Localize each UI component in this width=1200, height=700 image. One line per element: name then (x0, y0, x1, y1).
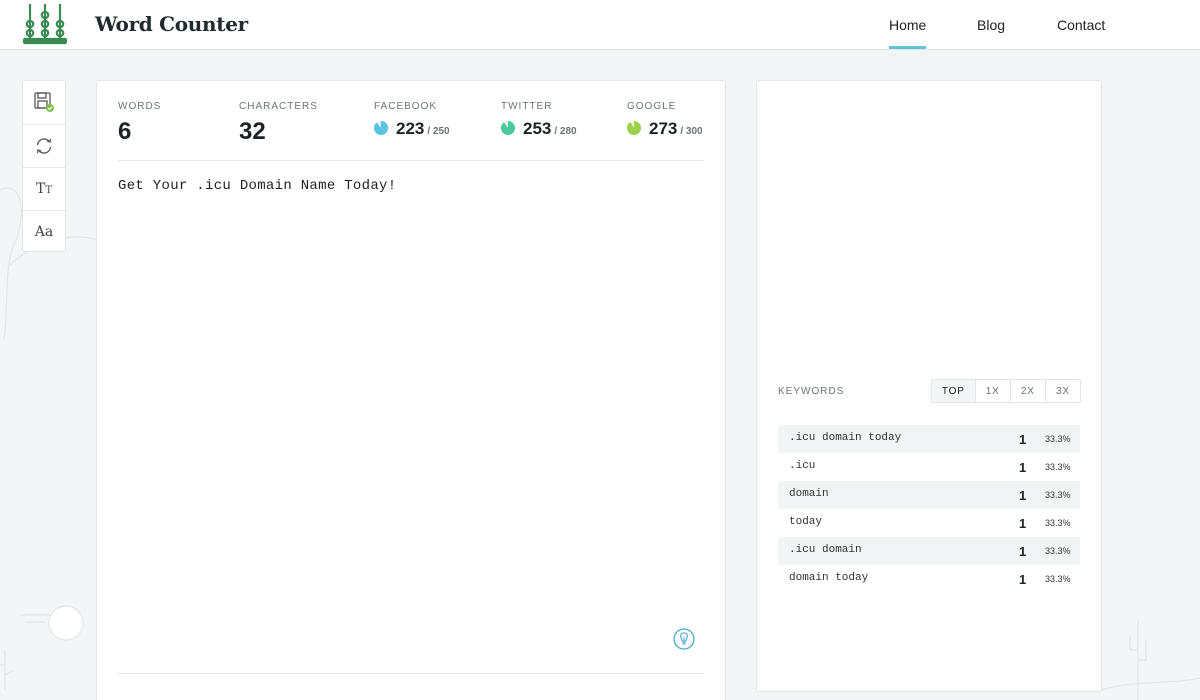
twitter-label: TWITTER (501, 101, 553, 112)
keyword-text: .icu domain (789, 544, 862, 556)
facebook-progress-icon (374, 121, 388, 135)
words-stat: WORDS 6 (118, 101, 161, 146)
keyword-percent: 33.3% (1045, 546, 1071, 556)
characters-label: CHARACTERS (239, 101, 318, 112)
characters-stat: CHARACTERS 32 (239, 101, 318, 146)
facebook-stat: FACEBOOK 223 / 250 (374, 101, 450, 139)
keyword-row[interactable]: domain today 1 33.3% (778, 565, 1080, 593)
keyword-row[interactable]: .icu domain today 1 33.3% (778, 425, 1080, 453)
words-label: WORDS (118, 101, 162, 112)
top-header: Word Counter Home Blog Contact (0, 0, 1200, 50)
keyword-percent: 33.3% (1045, 490, 1071, 500)
main-editor-card: WORDS 6 CHARACTERS 32 FACEBOOK 223 / 250… (96, 80, 726, 700)
keywords-card: KEYWORDS TOP 1X 2X 3X .icu domain today … (756, 80, 1102, 692)
twitter-progress-icon (501, 121, 515, 135)
tab-3x[interactable]: 3X (1044, 380, 1080, 402)
keyword-count: 1 (1019, 516, 1027, 531)
keyword-density-tabs: TOP 1X 2X 3X (931, 379, 1081, 403)
keyword-count: 1 (1019, 432, 1027, 447)
google-value: 273 (649, 119, 678, 138)
save-button[interactable] (23, 81, 65, 123)
keyword-count: 1 (1019, 460, 1027, 475)
keyword-percent: 33.3% (1045, 518, 1071, 528)
keyword-text: today (789, 516, 823, 528)
tab-top[interactable]: TOP (932, 380, 975, 402)
twitter-value: 253 (523, 119, 552, 138)
keyword-percent: 33.3% (1045, 574, 1071, 584)
twitter-limit: / 280 (554, 126, 577, 137)
tab-2x[interactable]: 2X (1009, 380, 1045, 402)
keyword-count: 1 (1019, 488, 1027, 503)
keyword-count: 1 (1019, 544, 1027, 559)
refresh-icon (36, 137, 52, 154)
facebook-label: FACEBOOK (374, 101, 438, 112)
keyword-percent: 33.3% (1045, 462, 1071, 472)
keyword-text: domain (789, 488, 829, 500)
facebook-value: 223 (396, 119, 425, 138)
text-size-icon: TT (35, 180, 52, 197)
keyword-count: 1 (1019, 572, 1027, 587)
keyword-row[interactable]: .icu domain 1 33.3% (778, 537, 1080, 565)
keyword-list: .icu domain today 1 33.3% .icu 1 33.3% d… (778, 425, 1080, 593)
editor-toolbar: TT Aa (22, 80, 66, 252)
editor-bottom-divider (118, 673, 704, 674)
keyword-row[interactable]: domain 1 33.3% (778, 481, 1080, 509)
stats-divider (118, 160, 704, 161)
words-value: 6 (118, 118, 132, 145)
text-editor[interactable]: Get Your .icu Domain Name Today! (118, 178, 706, 638)
keyword-text: domain today (789, 572, 869, 584)
characters-value: 32 (239, 118, 266, 145)
abacus-logo-icon[interactable] (22, 2, 68, 46)
google-progress-icon (627, 121, 641, 135)
keywords-label: KEYWORDS (778, 386, 845, 397)
text-size-button[interactable]: TT (23, 167, 65, 209)
refresh-button[interactable] (23, 124, 65, 166)
tab-1x[interactable]: 1X (974, 380, 1010, 402)
save-icon (34, 92, 54, 112)
keyword-text: .icu domain today (789, 432, 902, 444)
keyword-percent: 33.3% (1045, 434, 1071, 444)
font-icon: Aa (34, 223, 54, 240)
google-limit: / 300 (680, 126, 703, 137)
keyword-row[interactable]: today 1 33.3% (778, 509, 1080, 537)
brand-title[interactable]: Word Counter (95, 12, 248, 36)
nav-blog[interactable]: Blog (977, 17, 1005, 33)
nav-home[interactable]: Home (889, 17, 927, 49)
nav-contact[interactable]: Contact (1057, 17, 1105, 33)
font-button[interactable]: Aa (23, 210, 65, 252)
keyword-text: .icu (789, 460, 816, 472)
lightbulb-icon[interactable] (673, 628, 695, 650)
keyword-row[interactable]: .icu 1 33.3% (778, 453, 1080, 481)
twitter-stat: TWITTER 253 / 280 (501, 101, 577, 139)
facebook-limit: / 250 (427, 126, 450, 137)
google-stat: GOOGLE 273 / 300 (627, 101, 703, 139)
google-label: GOOGLE (627, 101, 677, 112)
